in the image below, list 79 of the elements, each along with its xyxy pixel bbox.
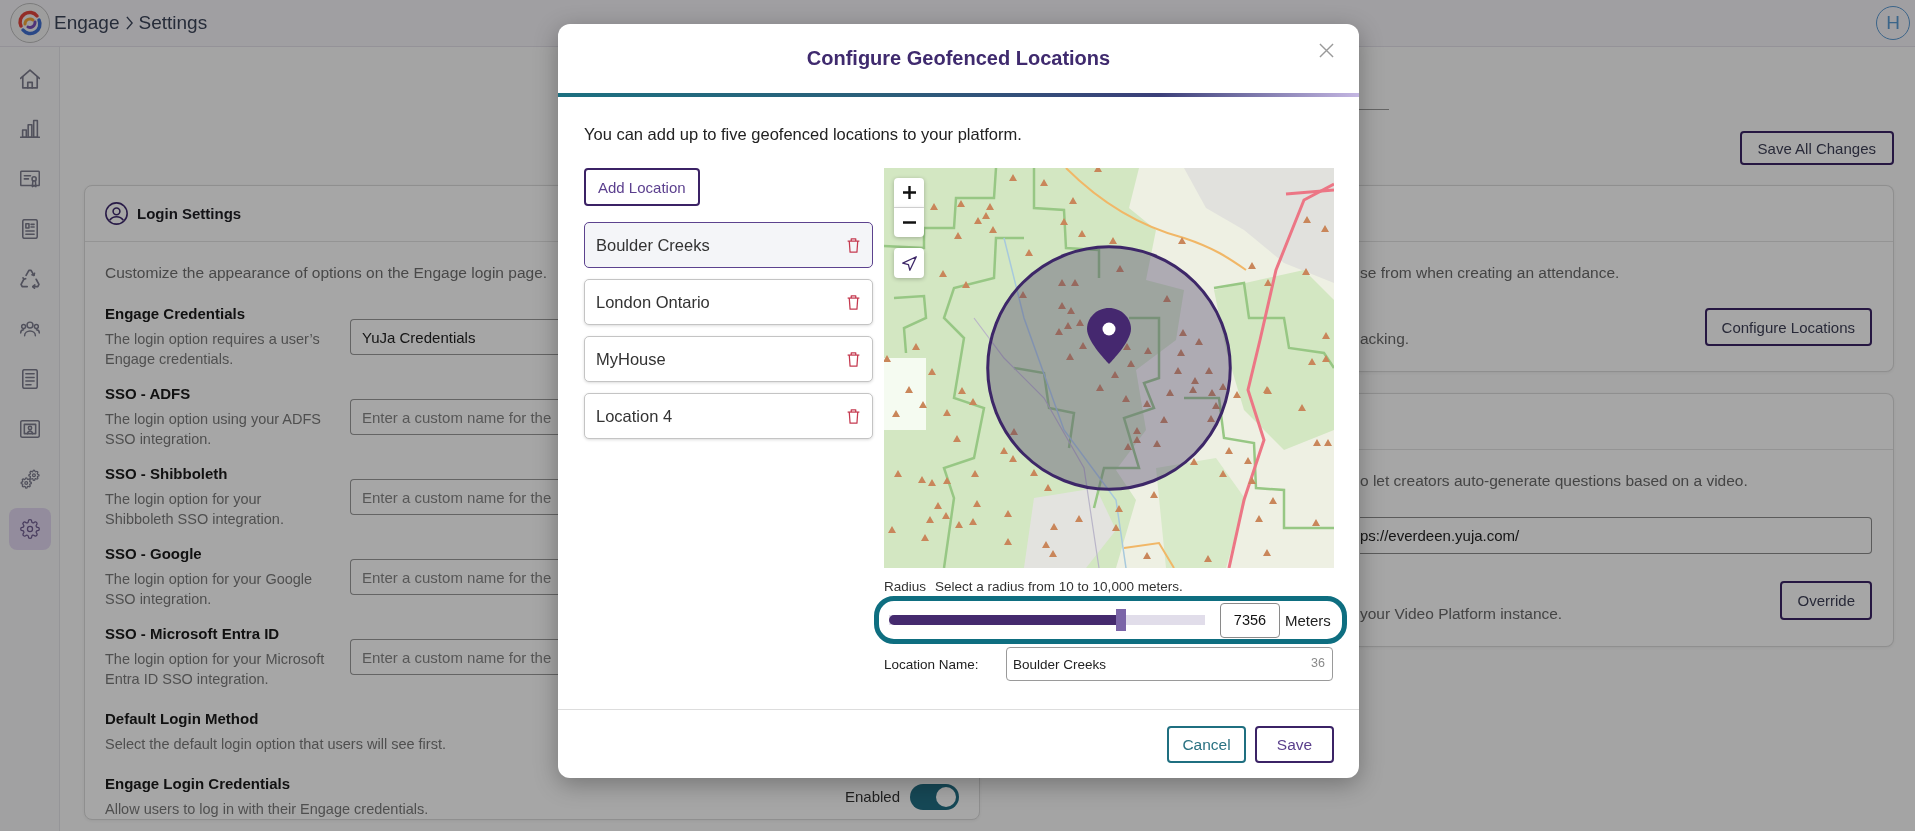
- settings-icon: [19, 519, 40, 539]
- locate-button[interactable]: [894, 248, 924, 278]
- home-icon: [19, 69, 40, 89]
- setting-description: The login option for your Shibboleth SSO integration.: [105, 490, 285, 529]
- slider-handle[interactable]: [1116, 609, 1127, 631]
- location-pin-icon[interactable]: [1087, 308, 1131, 364]
- input-field[interactable]: Enter a custom name for the: [350, 399, 558, 435]
- location-list-item[interactable]: Location 4: [584, 393, 873, 439]
- setting-label: SSO - ADFS: [105, 384, 191, 404]
- breadcrumb-link[interactable]: Engage: [54, 12, 120, 34]
- setting-description: The login option for your Microsoft Entra ID SSO integration.: [105, 650, 326, 689]
- breadcrumb-current: Settings: [138, 12, 208, 34]
- location-name: Boulder Creeks: [596, 235, 710, 255]
- toggle-label: Enabled: [844, 788, 900, 805]
- setting-label: SSO - Shibboleth: [105, 464, 228, 484]
- location-list-item[interactable]: London Ontario: [584, 279, 873, 325]
- list-icon: [19, 369, 40, 389]
- card-description: your Video Platform instance.: [1360, 604, 1563, 624]
- location-name: London Ontario: [596, 292, 710, 312]
- url-input-field[interactable]: ps://everdeen.yuja.com/: [1360, 517, 1872, 554]
- location-list-item[interactable]: MyHouse: [584, 336, 873, 382]
- people-icon: [19, 319, 40, 339]
- plus-icon: [902, 186, 916, 199]
- setting-description: Allow users to log in with their Engage credentials.: [105, 800, 429, 819]
- input-field[interactable]: Enter a custom name for the: [350, 479, 558, 515]
- card-description: se from when creating an attendance.: [1360, 263, 1620, 283]
- configure-locations-button[interactable]: Configure Locations: [1704, 308, 1872, 346]
- setting-label: SSO - Google: [105, 544, 202, 564]
- location-list-item[interactable]: Boulder Creeks: [584, 222, 873, 268]
- add-location-button[interactable]: Add Location: [584, 168, 700, 206]
- location-name: Location 4: [596, 406, 673, 426]
- unit-label: Meters: [1285, 611, 1331, 629]
- recycle-icon: [19, 269, 40, 289]
- input-field[interactable]: YuJa Credentials: [350, 319, 558, 355]
- trash-icon[interactable]: [847, 408, 860, 424]
- input-field[interactable]: Enter a custom name for the: [350, 639, 558, 675]
- card-description: o let creators auto-generate questions based on a video.: [1360, 471, 1748, 491]
- setting-description: The login option for your Google SSO integration.: [105, 570, 314, 609]
- zoom-out-button[interactable]: [894, 208, 924, 237]
- card-title: Login Settings: [137, 205, 242, 222]
- override-button[interactable]: Override: [1780, 581, 1872, 620]
- gears-icon: [19, 469, 40, 489]
- report-icon: [19, 219, 40, 239]
- setting-description: Select the default login option that users will see first.: [105, 735, 446, 754]
- radius-input-field[interactable]: 7356: [1220, 602, 1280, 638]
- bar-chart-icon: [19, 119, 40, 139]
- trash-icon[interactable]: [847, 351, 860, 367]
- field-label: Location Name:: [884, 656, 980, 672]
- setting-description: The login option using your ADFS SSO integration.: [105, 410, 322, 449]
- portrait-frame-icon: [19, 419, 40, 439]
- setting-label: SSO - Microsoft Entra ID: [105, 624, 280, 644]
- radius-hint: Select a radius from 10 to 10,000 meters.: [935, 578, 1183, 596]
- save-button[interactable]: Save: [1255, 726, 1334, 763]
- toggle-switch[interactable]: [910, 783, 959, 810]
- close-icon[interactable]: [1319, 43, 1334, 58]
- setting-label: Engage Credentials: [105, 304, 246, 324]
- cancel-button[interactable]: Cancel: [1167, 726, 1246, 763]
- save-all-button[interactable]: Save All Changes: [1739, 131, 1894, 165]
- card-description: acking.: [1360, 329, 1410, 349]
- user-circle-icon: [105, 202, 128, 225]
- sidebar-item[interactable]: [8, 508, 51, 550]
- setting-label: Default Login Method: [105, 709, 259, 729]
- minus-icon: [902, 221, 916, 224]
- radius-label: Radius: [884, 578, 927, 596]
- card-description: Customize the appearance of options on the Engage login page.: [105, 263, 548, 283]
- navigation-arrow-icon: [901, 255, 917, 271]
- trash-icon[interactable]: [847, 237, 860, 253]
- chevron-right-icon: [125, 16, 133, 30]
- setting-label: Engage Login Credentials: [105, 774, 291, 794]
- input-field[interactable]: Enter a custom name for the: [350, 559, 558, 595]
- zoom-in-button[interactable]: [894, 178, 924, 208]
- certificate-icon: [19, 169, 40, 189]
- character-count: 36: [1311, 656, 1325, 671]
- trash-icon[interactable]: [847, 294, 860, 310]
- swirl-logo-icon[interactable]: [10, 3, 50, 43]
- location-name: MyHouse: [596, 349, 666, 369]
- setting-description: The login option requires a user’s Engage credentials.: [105, 330, 321, 369]
- dialog-title: Configure Geofenced Locations: [806, 47, 1111, 70]
- dialog-description: You can add up to five geofenced locations to your platform.: [584, 124, 1022, 144]
